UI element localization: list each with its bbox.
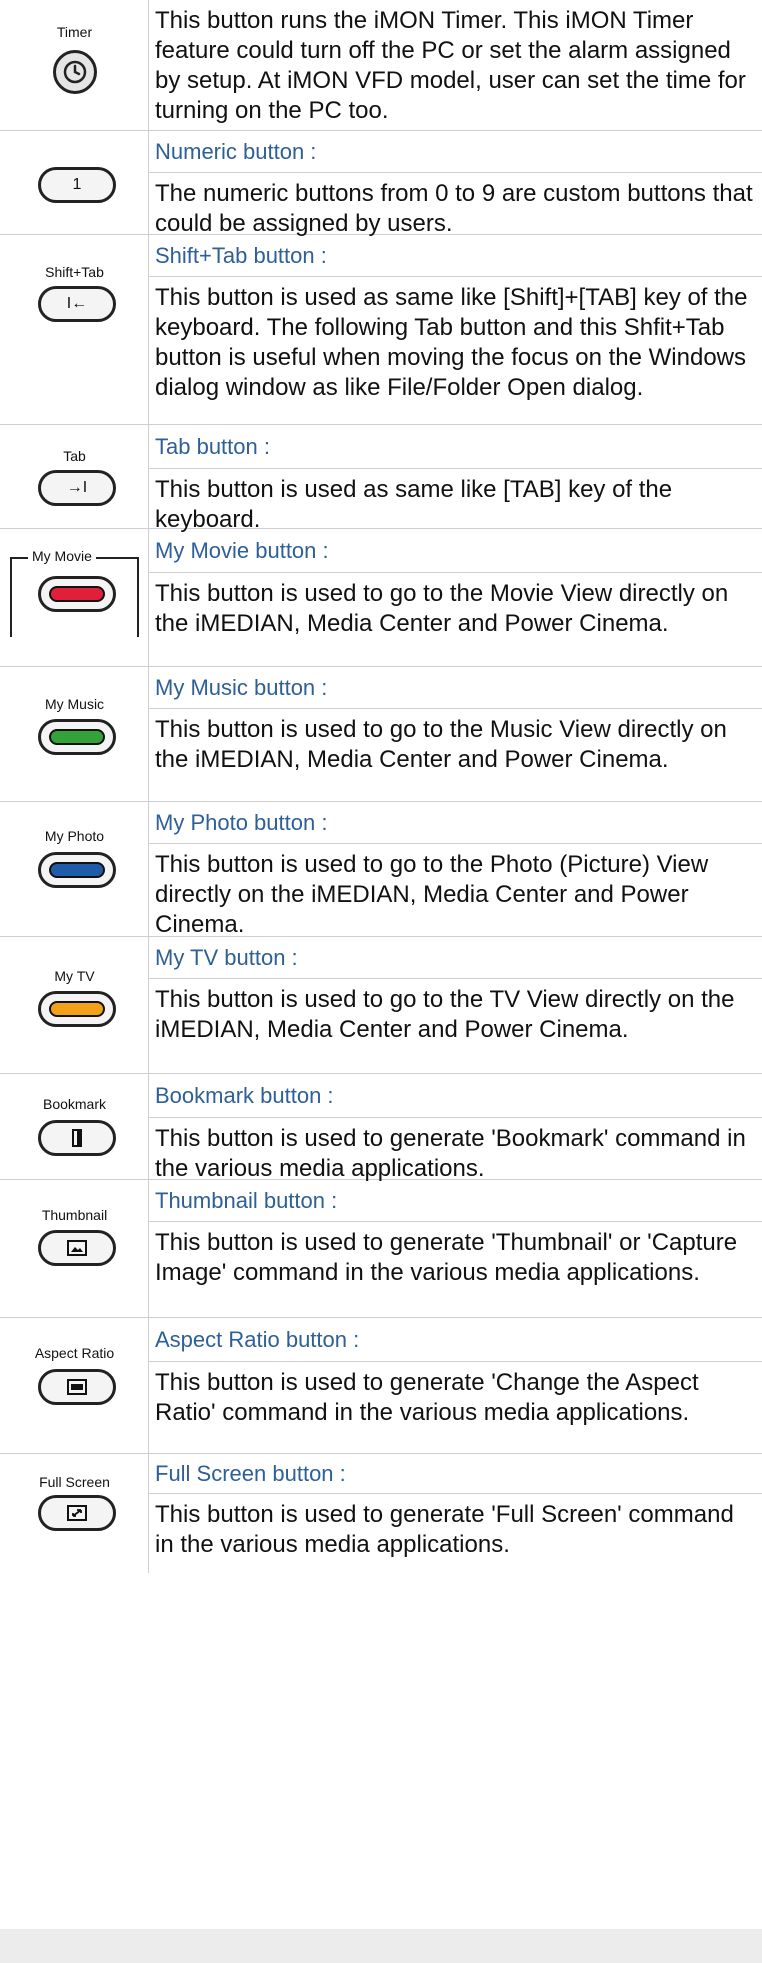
tab-button-icon: →I — [38, 470, 116, 506]
my-photo-label: My Photo — [44, 828, 105, 844]
my-movie-button-icon — [38, 576, 116, 612]
row-title: Tab button : — [149, 425, 762, 469]
tv-color-bar — [49, 1001, 105, 1017]
row-title: Aspect Ratio button : — [149, 1318, 762, 1362]
timer-label: Timer — [56, 24, 93, 40]
row-body: This button is used to go to the TV View… — [149, 979, 762, 1074]
tab-button-text: →I — [66, 479, 88, 496]
tab-label: Tab — [63, 448, 86, 464]
row-timer: Timer This button runs the iMON Timer. T… — [0, 0, 762, 131]
row-body: This button is used as same like [Shift]… — [149, 277, 762, 425]
my-music-button-icon — [38, 719, 116, 755]
music-color-bar — [49, 729, 105, 745]
row-body: This button runs the iMON Timer. This iM… — [149, 0, 762, 131]
icon-cell: My Music — [0, 667, 149, 802]
thumbnail-label: Thumbnail — [41, 1207, 108, 1223]
full-screen-button-icon — [38, 1495, 116, 1531]
bookmark-icon — [72, 1129, 82, 1147]
document: Timer This button runs the iMON Timer. T… — [0, 0, 762, 1963]
row-title: My Photo button : — [149, 802, 762, 844]
row-title: My Movie button : — [149, 529, 762, 573]
row-title: My TV button : — [149, 937, 762, 979]
row-body: This button is used to go to the Movie V… — [149, 573, 762, 667]
row-aspect-ratio: Aspect Ratio Aspect Ratio button : This … — [0, 1318, 762, 1454]
row-body: This button is used as same like [TAB] k… — [149, 469, 762, 533]
my-music-label: My Music — [44, 696, 105, 712]
row-thumbnail: Thumbnail Thumbnail button : This button… — [0, 1180, 762, 1318]
numeric-button-icon: 1 — [38, 167, 116, 203]
photo-color-bar — [49, 862, 105, 878]
icon-cell: My TV — [0, 937, 149, 1074]
icon-cell: Tab →I — [0, 425, 149, 529]
clock-icon — [63, 60, 87, 84]
icon-cell: Timer — [0, 0, 149, 131]
bookmark-button-icon — [38, 1120, 116, 1156]
row-bookmark: Bookmark Bookmark button : This button i… — [0, 1074, 762, 1182]
icon-cell: My Photo — [0, 802, 149, 937]
icon-cell: Thumbnail — [0, 1180, 149, 1318]
row-numeric: 1 Numeric button : The numeric buttons f… — [0, 131, 762, 237]
row-my-music: My Music My Music button : This button i… — [0, 667, 762, 802]
row-body: This button is used to go to the Photo (… — [149, 844, 762, 938]
row-shift-tab: Shift+Tab I← Shift+Tab button : This but… — [0, 235, 762, 425]
my-movie-label: My Movie — [28, 548, 96, 564]
row-title: Full Screen button : — [149, 1454, 762, 1494]
full-screen-label: Full Screen — [39, 1474, 110, 1490]
row-my-tv: My TV My TV button : This button is used… — [0, 937, 762, 1074]
row-my-photo: My Photo My Photo button : This button i… — [0, 802, 762, 938]
row-body: This button is used to generate 'Thumbna… — [149, 1222, 762, 1318]
row-full-screen: Full Screen Full Screen button : This bu… — [0, 1454, 762, 1929]
row-tab: Tab →I Tab button : This button is used … — [0, 425, 762, 533]
my-tv-button-icon — [38, 991, 116, 1027]
bookmark-label: Bookmark — [42, 1096, 107, 1112]
row-title: My Music button : — [149, 667, 762, 709]
row-title: Thumbnail button : — [149, 1180, 762, 1222]
icon-cell: Aspect Ratio — [0, 1318, 149, 1454]
full-screen-icon — [67, 1505, 87, 1521]
timer-button-icon — [53, 50, 97, 94]
aspect-ratio-label: Aspect Ratio — [34, 1345, 115, 1361]
thumbnail-button-icon — [38, 1230, 116, 1266]
my-photo-button-icon — [38, 852, 116, 888]
row-body: This button is used to generate 'Full Sc… — [155, 1501, 734, 1558]
row-body: This button is used to generate 'Bookmar… — [149, 1118, 762, 1182]
icon-cell: My Movie — [0, 529, 149, 667]
icon-cell: 1 — [0, 131, 149, 235]
aspect-ratio-button-icon — [38, 1369, 116, 1405]
page-footer-band — [0, 1929, 762, 1963]
movie-color-bar — [49, 586, 105, 602]
row-body: The numeric buttons from 0 to 9 are cust… — [149, 173, 762, 237]
row-title: Bookmark button : — [149, 1074, 762, 1118]
icon-cell: Bookmark — [0, 1074, 149, 1180]
icon-cell: Shift+Tab I← — [0, 235, 149, 425]
row-body: This button is used to go to the Music V… — [149, 709, 762, 802]
thumbnail-icon — [67, 1240, 87, 1256]
numeric-button-text: 1 — [72, 176, 82, 193]
row-my-movie: My Movie My Movie button : This button i… — [0, 529, 762, 667]
my-tv-label: My TV — [54, 968, 95, 984]
row-body: This button is used to generate 'Change … — [149, 1362, 762, 1454]
row-title: Numeric button : — [149, 131, 762, 173]
row-title: Shift+Tab button : — [149, 235, 762, 277]
shift-tab-button-icon: I← — [38, 286, 116, 322]
icon-cell: Full Screen — [0, 1454, 149, 1573]
shift-tab-button-text: I← — [66, 295, 88, 312]
aspect-ratio-icon — [67, 1379, 87, 1395]
shift-tab-label: Shift+Tab — [45, 264, 104, 280]
